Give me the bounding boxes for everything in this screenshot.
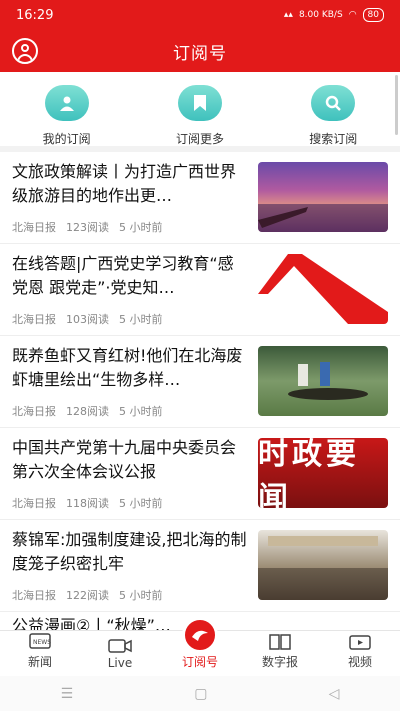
system-nav-bar: ☰ ▢ ◁	[0, 676, 400, 711]
tab-label: 视频	[347, 655, 372, 669]
quick-label: 搜索订阅	[309, 132, 358, 146]
signal-icon: ▴▴	[283, 10, 293, 20]
article-thumbnail	[258, 162, 388, 232]
list-item[interactable]: 中国共产党第十九届中央委员会第六次全体会议公报 北海日报 118阅读 5 小时前 时…	[0, 428, 400, 520]
tab-subscription[interactable]: 订阅号	[160, 617, 240, 676]
article-title: 文旅政策解读丨为打造广西世界级旅游目的地作出更…	[12, 162, 237, 205]
quick-label: 我的订阅	[42, 132, 91, 146]
tab-news[interactable]: NEWS 新闻	[0, 631, 80, 676]
search-icon	[311, 85, 356, 121]
status-icons: ▴▴ 8.00 KB/S ◠ 80	[284, 8, 384, 22]
article-thumbnail: 时政要闻	[258, 438, 388, 508]
book-icon	[269, 631, 291, 651]
tab-video[interactable]: 视频	[320, 631, 400, 676]
article-list: 文旅政策解读丨为打造广西世界级旅游目的地作出更… 北海日报 123阅读 5 小时前 …	[0, 152, 400, 630]
battery-icon: 80	[362, 8, 384, 22]
article-thumbnail	[258, 346, 388, 416]
menu-icon[interactable]: ☰	[61, 686, 74, 702]
article-title: 蔡锦军:加强制度建设,把北海的制度笼子织密扎牢	[12, 530, 247, 573]
svg-text:NEWS: NEWS	[33, 639, 51, 646]
article-meta: 北海日报 122阅读 5 小时前	[12, 589, 163, 602]
tab-label: 订阅号	[181, 655, 218, 669]
user-icon	[44, 85, 89, 121]
back-icon[interactable]: ◁	[329, 686, 340, 702]
article-thumbnail	[258, 254, 388, 324]
app-header: 订阅号	[0, 30, 400, 72]
tab-label: Live	[107, 656, 133, 670]
quick-actions: 我的订阅 订阅更多 搜索订阅	[0, 72, 400, 152]
my-subscriptions-button[interactable]: 我的订阅	[17, 85, 117, 147]
list-item[interactable]: 既养鱼虾又育红树!他们在北海废虾塘里绘出“生物多样… 北海日报 128阅读 5 小时…	[0, 336, 400, 428]
article-thumbnail	[258, 530, 388, 600]
subscribe-more-button[interactable]: 订阅更多	[150, 85, 250, 147]
search-subscriptions-button[interactable]: 搜索订阅	[283, 85, 383, 147]
article-meta: 北海日报 123阅读 5 小时前	[12, 221, 163, 234]
tv-icon	[349, 631, 371, 651]
article-title: 中国共产党第十九届中央委员会第六次全体会议公报	[12, 438, 237, 481]
list-item[interactable]: 文旅政策解读丨为打造广西世界级旅游目的地作出更… 北海日报 123阅读 5 小时前	[0, 152, 400, 244]
article-title: 在线答题|广西党史学习教育“感党恩 跟党走”·党史知…	[12, 254, 234, 297]
camera-icon	[108, 634, 132, 654]
tab-label: 新闻	[27, 655, 52, 669]
list-item[interactable]: 蔡锦军:加强制度建设,把北海的制度笼子织密扎牢 北海日报 122阅读 5 小时前	[0, 520, 400, 612]
bookmark-icon	[177, 85, 222, 121]
list-item[interactable]: 在线答题|广西党史学习教育“感党恩 跟党走”·党史知… 北海日报 103阅读 5 小…	[0, 244, 400, 336]
article-title: 既养鱼虾又育红树!他们在北海废虾塘里绘出“生物多样…	[12, 346, 243, 389]
wifi-icon: ◠	[348, 10, 357, 20]
home-icon[interactable]: ▢	[194, 686, 207, 702]
article-meta: 北海日报 103阅读 5 小时前	[12, 313, 163, 326]
network-speed: 8.00 KB/S	[298, 10, 343, 20]
page-title: 订阅号	[173, 43, 227, 64]
tab-digital-paper[interactable]: 数字报	[240, 631, 320, 676]
news-icon: NEWS	[29, 631, 51, 651]
article-meta: 北海日报 118阅读 5 小时前	[12, 497, 163, 510]
article-meta: 北海日报 128阅读 5 小时前	[12, 405, 163, 418]
bottom-tab-bar: NEWS 新闻 Live 订阅号 数字报 视频	[0, 617, 400, 676]
quick-label: 订阅更多	[175, 132, 224, 146]
subscription-icon	[182, 617, 218, 653]
status-bar: 16:29 ▴▴ 8.00 KB/S ◠ 80	[0, 0, 400, 30]
clock: 16:29	[16, 7, 54, 23]
tab-live[interactable]: Live	[80, 631, 160, 676]
tab-label: 数字报	[261, 655, 298, 669]
profile-icon[interactable]	[12, 38, 38, 64]
article-title-partial[interactable]: 公益漫画②丨“秋燥”…	[12, 612, 171, 630]
